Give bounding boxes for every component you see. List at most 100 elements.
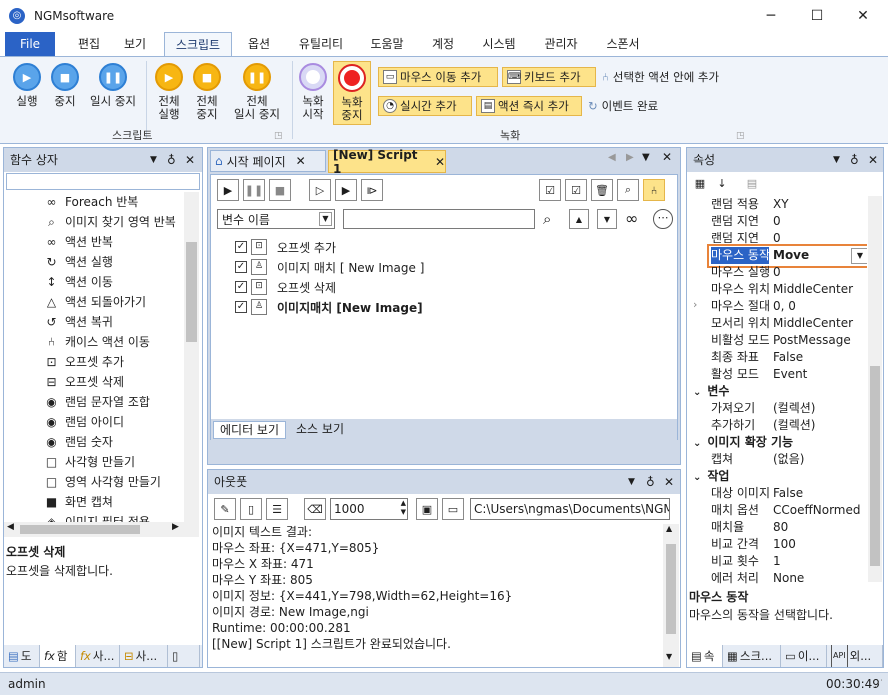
function-search-input[interactable] xyxy=(6,173,200,190)
function-list-item[interactable]: ■ 화면 캡쳐 xyxy=(44,492,113,512)
loop-icon[interactable]: ∞ xyxy=(625,209,638,228)
action-tree-item[interactable]: ✓ ♙ 이미지 매치 [ New Image ] xyxy=(235,257,424,277)
stop-all-button[interactable]: ■ 전체 중지 xyxy=(188,63,226,121)
pause-button[interactable]: ❚❚ 일시 중지 xyxy=(84,63,142,108)
open-folder-icon[interactable]: ▭ xyxy=(442,498,464,520)
tab-source-view[interactable]: 소스 보기 xyxy=(290,421,350,439)
function-list-item[interactable]: ∞ Foreach 반복 xyxy=(44,192,139,212)
property-row[interactable]: 랜덤 적용 XY xyxy=(711,196,867,213)
menu-sponsor[interactable]: 스폰서 xyxy=(598,32,648,56)
menu-account[interactable]: 계정 xyxy=(424,32,462,56)
add-keyboard-button[interactable]: ⌨ 키보드 추가 xyxy=(502,67,596,87)
search-icon[interactable]: ⌕ xyxy=(617,179,639,201)
step-into-icon[interactable]: ▶ xyxy=(335,179,357,201)
function-list-item[interactable]: □ 영역 사각형 만들기 xyxy=(44,472,161,492)
dropdown-icon[interactable]: ▼ xyxy=(642,152,650,163)
menu-file[interactable]: File xyxy=(5,32,55,56)
check-icon[interactable]: ☑ xyxy=(565,179,587,201)
function-list-item[interactable]: ↕ 액션 이동 xyxy=(44,272,113,292)
max-lines-stepper[interactable]: 1000 ▲ ▼ xyxy=(330,498,408,520)
delete-icon[interactable]: 🗑 xyxy=(591,179,613,201)
record-stop-button[interactable]: 녹화 중지 xyxy=(333,61,371,125)
chevron-down-icon[interactable]: ▼ xyxy=(851,248,867,264)
output-scrollbar[interactable]: ▲ ▼ xyxy=(663,524,679,667)
menu-edit[interactable]: 편집 xyxy=(70,32,108,56)
new-file-icon[interactable]: ▯ xyxy=(240,498,262,520)
event-complete-button[interactable]: ↻ 이벤트 완료 xyxy=(588,98,658,114)
close-icon[interactable]: ✕ xyxy=(662,150,672,164)
function-list-item[interactable]: ◉ 랜덤 문자열 조합 xyxy=(44,392,150,412)
function-list-item[interactable]: ⊡ 오프셋 추가 xyxy=(44,352,124,372)
property-category[interactable]: ⌄ 작업 xyxy=(693,468,729,485)
vertical-scrollbar[interactable] xyxy=(184,192,199,524)
menu-system[interactable]: 시스템 xyxy=(474,32,524,56)
function-list-item[interactable]: ◉ 랜덤 아이디 xyxy=(44,412,124,432)
dropdown-icon[interactable]: ▼ xyxy=(150,148,157,172)
close-icon[interactable]: ✕ xyxy=(296,154,306,168)
stop-button[interactable]: ■ 중지 xyxy=(44,63,86,108)
function-list-item[interactable]: ∞ 액션 반복 xyxy=(44,232,113,252)
add-in-selected-action-button[interactable]: ⑃ 선택한 액션 안에 추가 xyxy=(602,69,719,85)
property-row[interactable]: 비교 간격 100 xyxy=(711,536,867,553)
stop-icon[interactable]: ■ xyxy=(269,179,291,201)
function-list-item[interactable]: ↻ 액션 실행 xyxy=(44,252,113,272)
resize-grip-icon[interactable]: ⋰ xyxy=(874,679,883,689)
menu-utility[interactable]: 유틸리티 xyxy=(290,32,352,56)
menu-script[interactable]: 스크립트 xyxy=(164,32,232,56)
menu-admin[interactable]: 관리자 xyxy=(536,32,586,56)
record-start-button[interactable]: 녹화 시작 xyxy=(296,63,330,121)
close-icon[interactable]: ✕ xyxy=(664,470,674,494)
function-list-item[interactable]: ◉ 랜덤 숫자 xyxy=(44,432,113,452)
property-row[interactable]: 마우스 위치 MiddleCenter xyxy=(711,281,867,298)
property-row[interactable]: 대상 이미지 False xyxy=(711,485,867,502)
tab-image[interactable]: ▭ 이... xyxy=(781,645,827,667)
tab-function-box[interactable]: fx 함 xyxy=(40,645,76,667)
play-icon[interactable]: ▶ xyxy=(217,179,239,201)
property-category[interactable]: ⌄ 이미지 확장 기능 xyxy=(693,434,793,451)
step-out-icon[interactable]: ⧐ xyxy=(361,179,383,201)
function-list-item[interactable]: △ 액션 되돌아가기 xyxy=(44,292,146,312)
list-icon[interactable]: ☰ xyxy=(266,498,288,520)
pause-icon[interactable]: ❚❚ xyxy=(243,179,265,201)
move-up-icon[interactable]: ▲ xyxy=(569,209,589,229)
property-row[interactable]: 모서리 위치 MiddleCenter xyxy=(711,315,867,332)
step-icon[interactable]: ▷ xyxy=(309,179,331,201)
launcher-icon[interactable]: ◳ xyxy=(274,131,283,141)
function-list-item[interactable]: ⊟ 오프셋 삭제 xyxy=(44,372,124,392)
checkbox-icon[interactable]: ✓ xyxy=(235,301,247,313)
property-category[interactable]: ⌄ 변수 xyxy=(693,383,729,400)
add-realtime-button[interactable]: ◔ 실시간 추가 xyxy=(378,96,472,116)
search-icon[interactable]: ⌕ xyxy=(543,210,551,228)
property-row[interactable]: 매치 옵션 CCoeffNormed xyxy=(711,502,867,519)
tab-left-4[interactable]: ▯ xyxy=(168,645,200,667)
launcher-icon[interactable]: ◳ xyxy=(736,131,745,141)
property-row[interactable]: 캡쳐 (없음) xyxy=(711,451,867,468)
action-tree-item[interactable]: ✓ ⊡ 오프셋 삭제 xyxy=(235,277,336,297)
add-mouse-move-button[interactable]: ▭ 마우스 이동 추가 xyxy=(378,67,498,87)
checkbox-icon[interactable]: ✓ xyxy=(235,241,247,253)
menu-help[interactable]: 도움말 xyxy=(362,32,412,56)
close-icon[interactable]: ✕ xyxy=(435,155,445,169)
checkbox-icon[interactable]: ✓ xyxy=(235,281,247,293)
property-row[interactable]: 마우스 절대 0, 0 xyxy=(711,298,867,315)
tab-script-1[interactable]: [New] Script 1 ✕ xyxy=(328,148,446,176)
property-row[interactable]: 추가하기 (컬렉션) xyxy=(711,417,867,434)
sort-az-icon[interactable]: ↓ xyxy=(713,174,731,192)
property-scrollbar[interactable] xyxy=(868,196,882,582)
close-icon[interactable]: ✕ xyxy=(185,148,195,172)
output-path-input[interactable]: C:\Users\ngmas\Documents\NGM6\ xyxy=(470,498,670,520)
eraser-icon[interactable]: ⌫ xyxy=(304,498,326,520)
categorized-icon[interactable]: ▦ xyxy=(691,174,709,192)
menu-view[interactable]: 보기 xyxy=(116,32,154,56)
tab-left-3[interactable]: ⊟ 사... xyxy=(120,645,168,667)
tab-left-2[interactable]: fx 사... xyxy=(76,645,120,667)
pin-icon[interactable]: ♁ xyxy=(850,148,859,172)
function-list-item[interactable]: □ 사각형 만들기 xyxy=(44,452,135,472)
maximize-button[interactable]: ☐ xyxy=(794,0,840,32)
minimize-button[interactable]: ─ xyxy=(748,0,794,32)
action-tree-item[interactable]: ✓ ⊡ 오프셋 추가 xyxy=(235,237,336,257)
close-button[interactable]: ✕ xyxy=(840,0,886,32)
property-row[interactable]: 매치율 80 xyxy=(711,519,867,536)
variable-name-select[interactable]: 변수 이름 ▼ xyxy=(217,209,335,229)
close-icon[interactable]: ✕ xyxy=(868,148,878,172)
